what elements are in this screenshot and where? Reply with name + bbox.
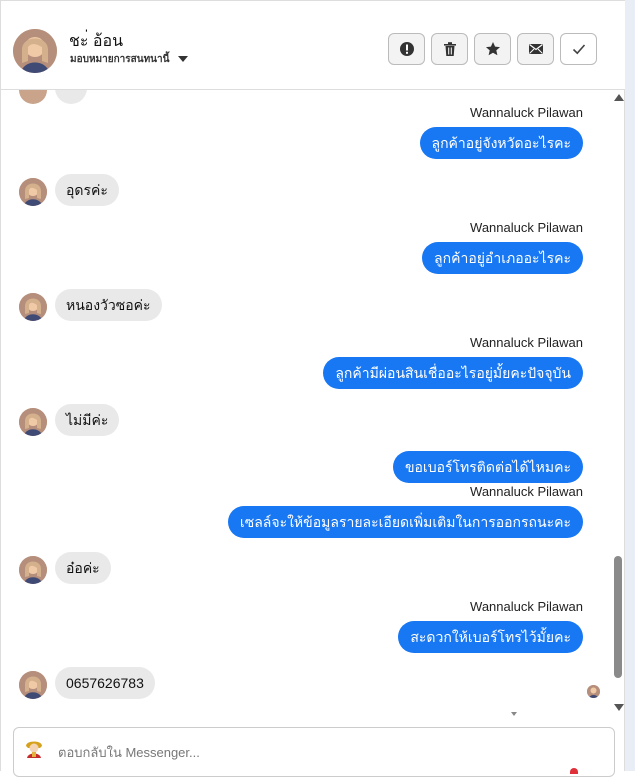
done-button[interactable] bbox=[560, 33, 597, 65]
contact-avatar-small bbox=[19, 671, 47, 699]
message-bubble-incoming[interactable]: อ๋อค่ะ bbox=[55, 552, 111, 584]
contact-avatar[interactable] bbox=[13, 29, 57, 73]
contact-avatar-small bbox=[19, 178, 47, 206]
page-avatar bbox=[22, 736, 46, 760]
messenger-window: ชะ่ อ้อน มอบหมายการสนทนานี้ Wannaluck Pi… bbox=[0, 0, 625, 777]
message-bubble-incoming[interactable]: อุดรค่ะ bbox=[55, 174, 119, 206]
message-bubble-outgoing[interactable]: ขอเบอร์โทรติดต่อได้ไหมคะ bbox=[392, 451, 583, 483]
sender-name: Wannaluck Pilawan bbox=[470, 484, 583, 499]
message-bubble-outgoing[interactable]: เซลล์จะให้ข้อมูลรายละเอียดเพิ่มเติมในการ… bbox=[227, 506, 583, 538]
delete-button[interactable] bbox=[431, 33, 468, 65]
contact-name: ชะ่ อ้อน bbox=[69, 33, 124, 50]
message-bubble-outgoing[interactable]: ลูกค้าอยู่จังหวัดอะไรคะ bbox=[419, 127, 583, 159]
contact-avatar-small bbox=[19, 556, 47, 584]
contact-avatar-small bbox=[19, 408, 47, 436]
star-button[interactable] bbox=[474, 33, 511, 65]
message-bubble-outgoing[interactable]: ลูกค้ามีผ่อนสินเชื่ออะไรอยู่มั้ยคะปัจจุบ… bbox=[323, 357, 583, 389]
emoji-reaction-icon[interactable] bbox=[570, 768, 578, 774]
thread-scrollbar[interactable] bbox=[612, 90, 625, 720]
conversation-toolbar bbox=[388, 33, 597, 65]
envelope-icon bbox=[528, 44, 543, 54]
trash-icon bbox=[443, 42, 456, 56]
message-bubble-incoming[interactable]: 0657626783 bbox=[55, 667, 155, 699]
reply-composer[interactable]: ตอบกลับใน Messenger... bbox=[13, 727, 615, 777]
star-icon bbox=[485, 42, 500, 56]
scroll-to-bottom-icon[interactable] bbox=[511, 712, 517, 716]
message-bubble-outgoing[interactable]: สะดวกให้เบอร์โทรไว้มั้ยคะ bbox=[398, 621, 583, 653]
contact-avatar-small bbox=[19, 293, 47, 321]
sender-name: Wannaluck Pilawan bbox=[470, 599, 583, 614]
report-button[interactable] bbox=[388, 33, 425, 65]
conversation-header: ชะ่ อ้อน มอบหมายการสนทนานี้ bbox=[1, 0, 625, 90]
page-right-edge bbox=[625, 0, 635, 771]
scroll-down-arrow-icon[interactable] bbox=[614, 704, 624, 711]
chevron-down-icon bbox=[178, 56, 189, 63]
message-bubble-incoming[interactable]: หนองวัวซอค่ะ bbox=[55, 289, 162, 321]
assign-label: มอบหมายการสนทนานี้ bbox=[70, 54, 170, 65]
scroll-thumb[interactable] bbox=[614, 556, 622, 678]
check-icon bbox=[572, 44, 585, 55]
reply-input[interactable]: ตอบกลับใน Messenger... bbox=[58, 742, 200, 763]
message-bubble-incoming bbox=[55, 90, 87, 104]
message-bubble-outgoing[interactable]: ลูกค้าอยู่อำเภออะไรคะ bbox=[422, 242, 583, 274]
message-thread: Wannaluck Pilawan ลูกค้าอยู่จังหวัดอะไรค… bbox=[1, 90, 611, 720]
sender-name: Wannaluck Pilawan bbox=[470, 220, 583, 235]
scroll-up-arrow-icon[interactable] bbox=[614, 94, 624, 101]
contact-avatar-small bbox=[19, 90, 47, 104]
assign-conversation-dropdown[interactable]: มอบหมายการสนทนานี้ bbox=[70, 52, 189, 67]
message-bubble-incoming[interactable]: ไม่มีค่ะ bbox=[55, 404, 120, 436]
sender-name: Wannaluck Pilawan bbox=[470, 105, 583, 120]
sender-name: Wannaluck Pilawan bbox=[470, 335, 583, 350]
seen-avatar bbox=[587, 685, 600, 698]
alert-circle-icon bbox=[399, 42, 414, 56]
mail-button[interactable] bbox=[517, 33, 554, 65]
